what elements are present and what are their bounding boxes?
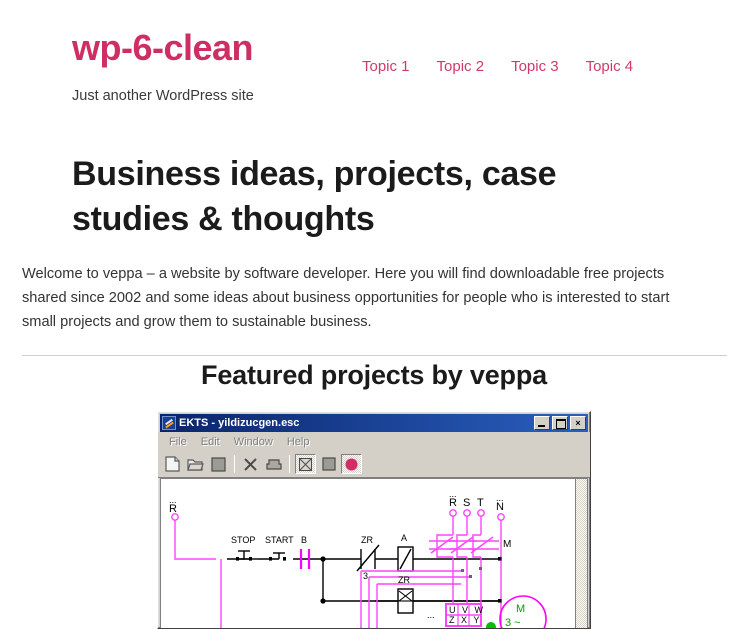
contact-b-label: B (301, 535, 308, 545)
site-tagline: Just another WordPress site (72, 88, 254, 104)
print-icon[interactable] (263, 454, 284, 474)
app-titlebar[interactable]: EKTS - yildizucgen.esc × (160, 414, 588, 432)
phase-s-label: S (463, 497, 471, 509)
site-header: wp-6-clean Just another WordPress site T… (0, 0, 748, 128)
menu-item-window[interactable]: Window (227, 435, 280, 449)
app-title-text: EKTS - yildizucgen.esc (179, 417, 300, 429)
section-title: Featured projects by veppa (201, 360, 547, 390)
toolbar-separator-2 (289, 455, 290, 473)
minimize-button[interactable] (534, 416, 550, 430)
delete-x-icon[interactable] (240, 454, 261, 474)
stop-label: STOP (231, 535, 256, 545)
app-toolbar (158, 451, 590, 478)
nav-link-topic-4[interactable]: Topic 4 (586, 58, 634, 75)
app-menubar: File Edit Window Help (158, 432, 590, 451)
circuit-canvas[interactable]: ... R STOP START B ZR 3 A ZR ... N ... R… (160, 478, 588, 629)
contact-zr-label: ZR (361, 535, 373, 545)
supply-r-label: R (169, 503, 177, 515)
ekts-app-icon (162, 416, 176, 430)
contactor-m-label: M (503, 539, 512, 550)
ekts-app-window[interactable]: EKTS - yildizucgen.esc × File Edit Windo… (157, 411, 591, 629)
window-controls: × (534, 416, 586, 430)
new-document-icon[interactable] (162, 454, 183, 474)
nav-link-topic-1[interactable]: Topic 1 (362, 58, 410, 75)
motor-type-label: 3 ~ (505, 617, 521, 629)
terminal-bottom-label: Z X Y (449, 615, 482, 625)
terminal-top-label: U V W (449, 605, 485, 615)
phase-r-label: R (449, 497, 457, 509)
contact-zr-number: 3 (363, 571, 369, 581)
terminal-dots: ... (427, 610, 435, 620)
supply-n-label: N (496, 501, 504, 513)
menu-item-help[interactable]: Help (280, 435, 317, 449)
coil-a-label: A (401, 533, 408, 543)
start-label: START (265, 535, 294, 545)
record-icon[interactable] (341, 454, 362, 474)
intro-paragraph: Welcome to veppa – a website by software… (22, 266, 670, 331)
page-root: wp-6-clean Just another WordPress site T… (0, 0, 748, 629)
phase-t-label: T (477, 497, 484, 509)
grid-icon[interactable] (295, 454, 316, 474)
menu-item-edit[interactable]: Edit (194, 435, 227, 449)
site-title[interactable]: wp-6-clean (72, 28, 254, 68)
close-button[interactable]: × (570, 416, 586, 430)
brand-block: wp-6-clean (72, 28, 254, 68)
toolbar-separator-1 (234, 455, 235, 473)
save-icon[interactable] (208, 454, 229, 474)
open-folder-icon[interactable] (185, 454, 206, 474)
canvas-vertical-scrollbar[interactable] (575, 479, 587, 628)
stop-icon[interactable] (318, 454, 339, 474)
content-divider (22, 355, 727, 356)
menu-item-file[interactable]: File (162, 435, 194, 449)
main-nav: Topic 1 Topic 2 Topic 3 Topic 4 (362, 58, 633, 75)
page-title: Business ideas, projects, case studies &… (72, 155, 557, 238)
maximize-button[interactable] (552, 416, 568, 430)
motor-m-label: M (516, 603, 526, 615)
nav-link-topic-3[interactable]: Topic 3 (511, 58, 559, 75)
nav-link-topic-2[interactable]: Topic 2 (437, 58, 485, 75)
coil-zr-label: ZR (398, 575, 410, 585)
